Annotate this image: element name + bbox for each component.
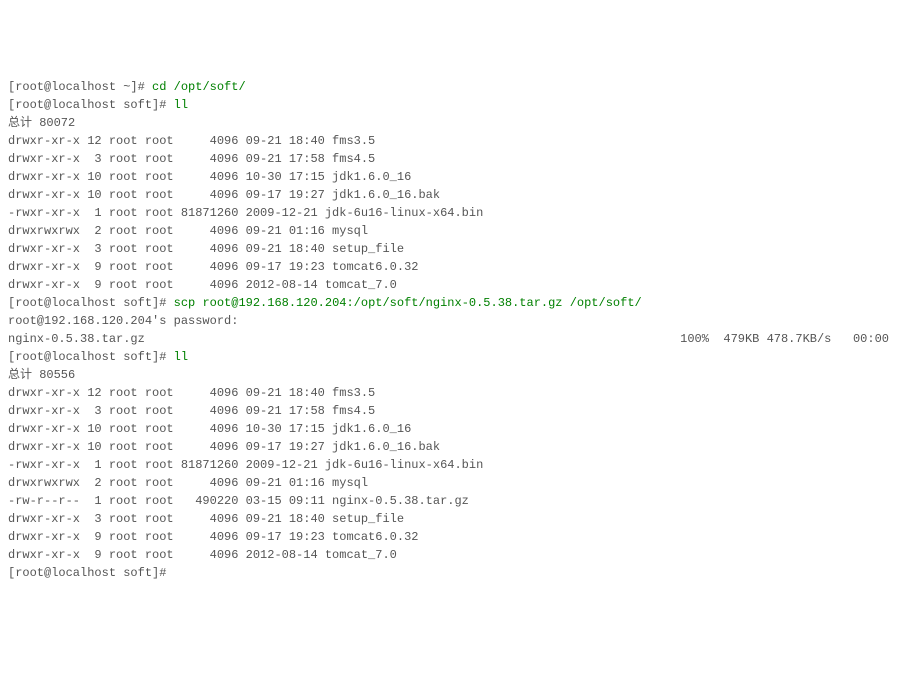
terminal-line: -rwxr-xr-x 1 root root 81871260 2009-12-… — [8, 204, 889, 222]
terminal-line: drwxr-xr-x 10 root root 4096 09-17 19:27… — [8, 438, 889, 456]
terminal-line: drwxr-xr-x 3 root root 4096 09-21 17:58 … — [8, 402, 889, 420]
terminal-line: 总计 80556 — [8, 366, 889, 384]
terminal-line: [root@localhost soft]# ll — [8, 96, 889, 114]
terminal-line: drwxrwxrwx 2 root root 4096 09-21 01:16 … — [8, 474, 889, 492]
terminal-line: nginx-0.5.38.tar.gz 100% 479KB 478.7KB/s … — [8, 330, 889, 348]
terminal-line: drwxr-xr-x 10 root root 4096 09-17 19:27… — [8, 186, 889, 204]
terminal-line: [root@localhost ~]# cd /opt/soft/ — [8, 78, 889, 96]
terminal-line: -rw-r--r-- 1 root root 490220 03-15 09:1… — [8, 492, 889, 510]
terminal-line: drwxr-xr-x 3 root root 4096 09-21 18:40 … — [8, 240, 889, 258]
shell-command: cd /opt/soft/ — [152, 80, 246, 94]
terminal-line: [root@localhost soft]# scp root@192.168.… — [8, 294, 889, 312]
shell-command: scp root@192.168.120.204:/opt/soft/nginx… — [174, 296, 642, 310]
shell-prompt: [root@localhost soft]# — [8, 98, 174, 112]
terminal-line: drwxr-xr-x 10 root root 4096 10-30 17:15… — [8, 420, 889, 438]
terminal-line: [root@localhost soft]# ll — [8, 348, 889, 366]
terminal-line: drwxr-xr-x 9 root root 4096 2012-08-14 t… — [8, 276, 889, 294]
terminal-line: 总计 80072 — [8, 114, 889, 132]
terminal-line: drwxr-xr-x 9 root root 4096 09-17 19:23 … — [8, 258, 889, 276]
shell-prompt: [root@localhost soft]# — [8, 350, 174, 364]
terminal-line: -rwxr-xr-x 1 root root 81871260 2009-12-… — [8, 456, 889, 474]
shell-command: ll — [174, 350, 188, 364]
terminal-line: root@192.168.120.204's password: — [8, 312, 889, 330]
terminal-line: drwxr-xr-x 10 root root 4096 10-30 17:15… — [8, 168, 889, 186]
terminal-line: [root@localhost soft]# — [8, 564, 889, 582]
terminal-line: drwxr-xr-x 12 root root 4096 09-21 18:40… — [8, 384, 889, 402]
shell-prompt: [root@localhost soft]# — [8, 296, 174, 310]
transfer-filename: nginx-0.5.38.tar.gz — [8, 330, 145, 348]
terminal-line: drwxr-xr-x 3 root root 4096 09-21 18:40 … — [8, 510, 889, 528]
terminal-line: drwxrwxrwx 2 root root 4096 09-21 01:16 … — [8, 222, 889, 240]
shell-prompt: [root@localhost ~]# — [8, 80, 152, 94]
shell-prompt: [root@localhost soft]# — [8, 566, 174, 580]
terminal-line: drwxr-xr-x 9 root root 4096 2012-08-14 t… — [8, 546, 889, 564]
terminal-line: drwxr-xr-x 12 root root 4096 09-21 18:40… — [8, 132, 889, 150]
shell-command: ll — [174, 98, 188, 112]
terminal-line: drwxr-xr-x 9 root root 4096 09-17 19:23 … — [8, 528, 889, 546]
terminal-line: drwxr-xr-x 3 root root 4096 09-21 17:58 … — [8, 150, 889, 168]
terminal-output[interactable]: [root@localhost ~]# cd /opt/soft/[root@l… — [8, 78, 889, 582]
transfer-stats: 100% 479KB 478.7KB/s 00:00 — [680, 330, 889, 348]
